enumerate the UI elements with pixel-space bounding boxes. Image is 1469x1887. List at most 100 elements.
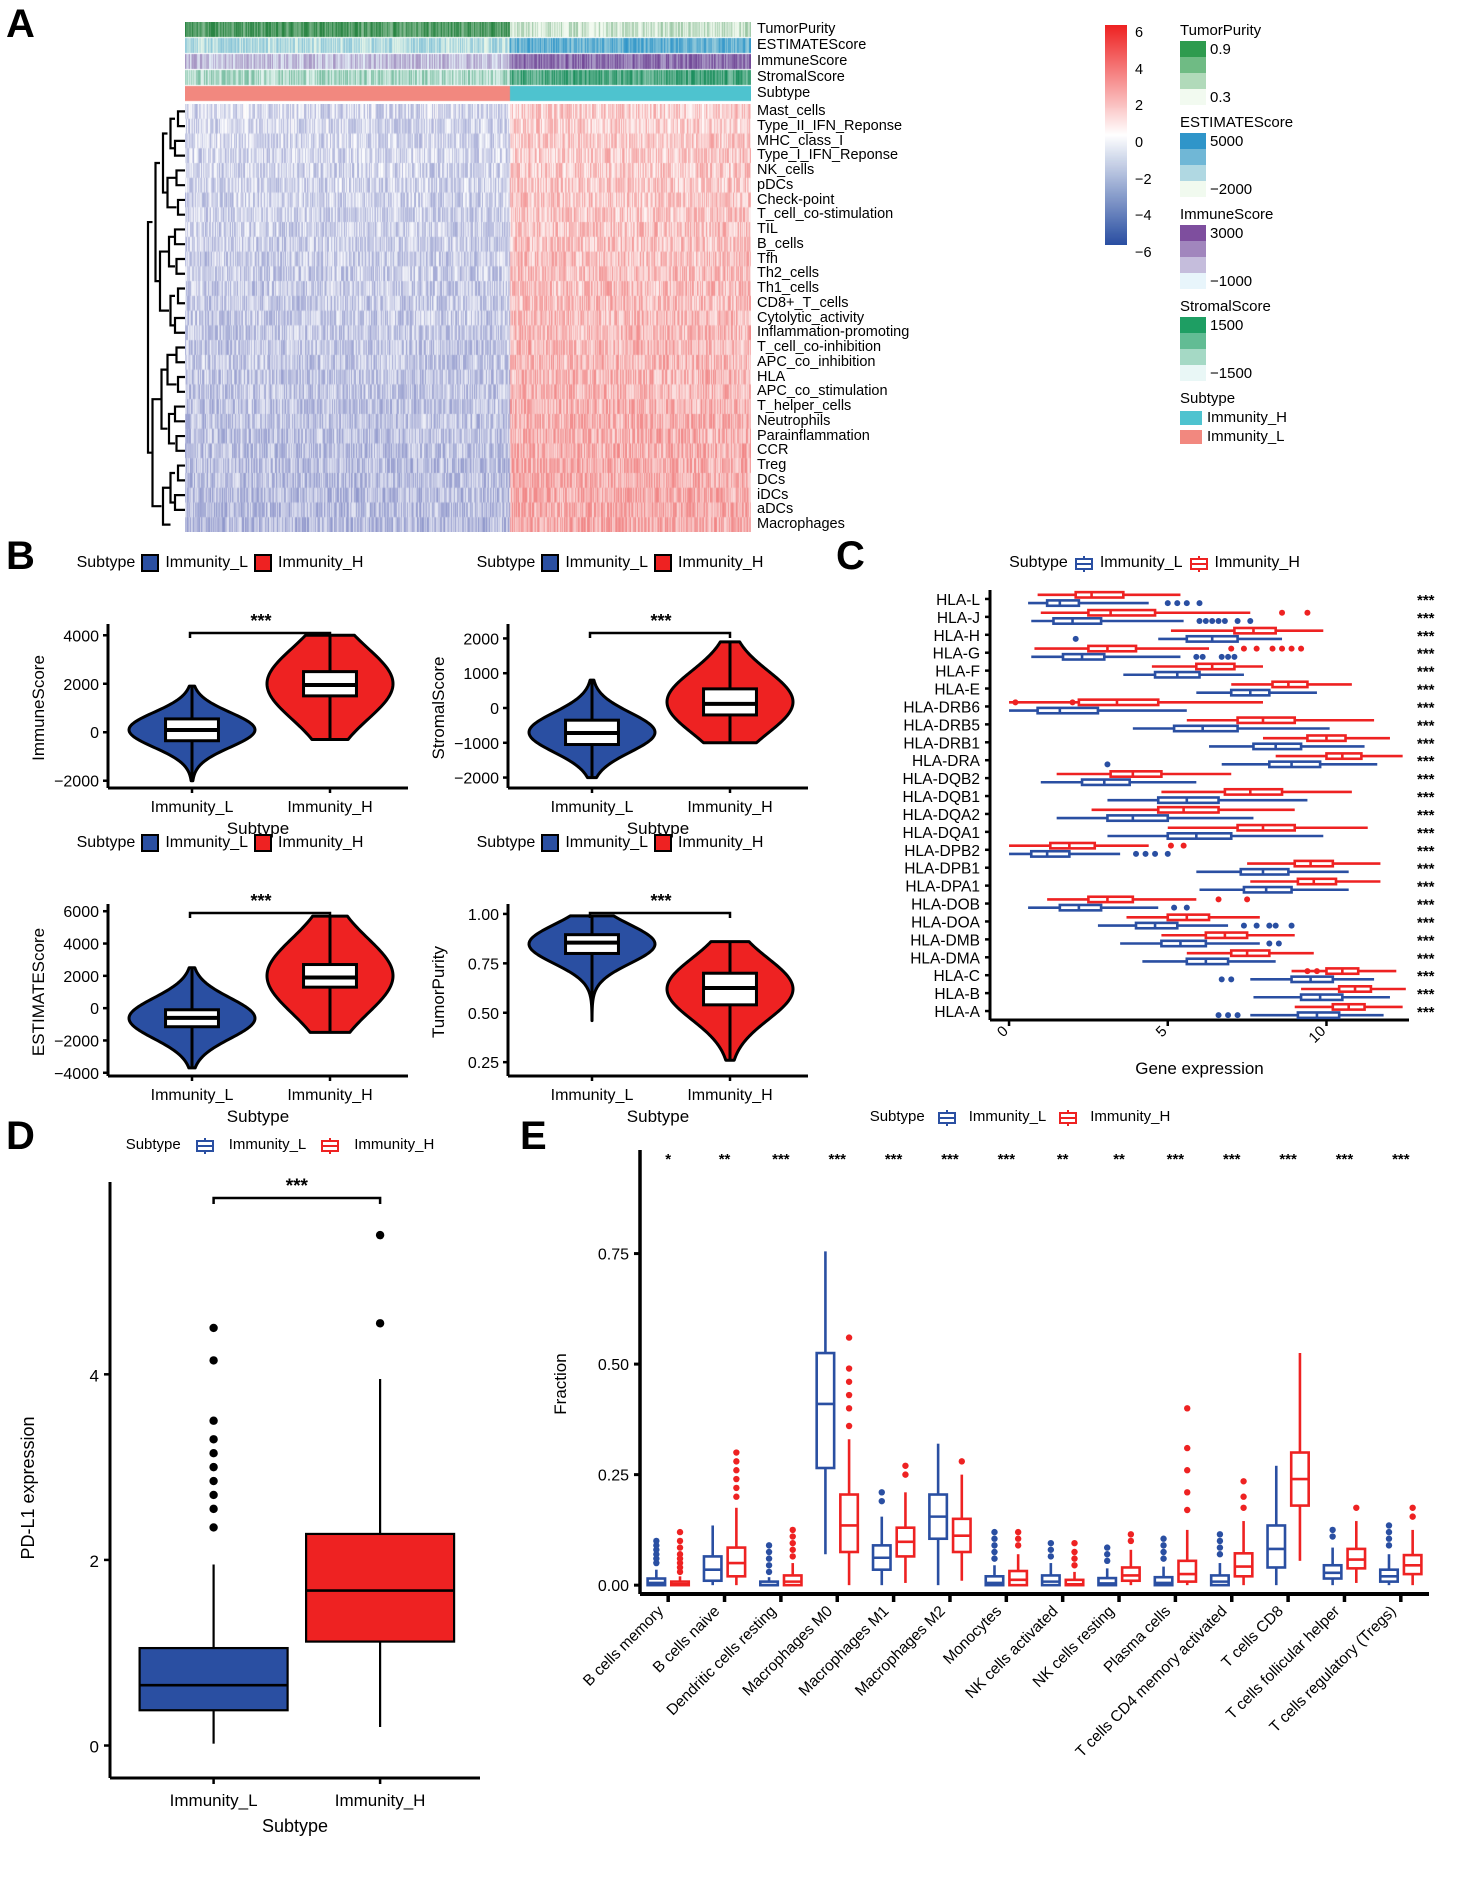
gene-label: HLA-DPB1 [904, 861, 980, 878]
x-tick-label: Immunity_H [287, 799, 372, 816]
gene-label: HLA-DPB2 [904, 843, 980, 860]
subtype-legend-label: Immunity_L [1207, 428, 1285, 445]
violin-chart-immunescore: Subtype Immunity_L Immunity_H 4000 2000 0 −200… [20, 554, 420, 838]
legend-label-immunity-h-b: Immunity_H [678, 834, 764, 851]
heatmap-row-label: Parainflammation [757, 427, 870, 444]
heatmap-row-label: Mast_cells [757, 103, 826, 119]
heatmap-row-label: T_helper_cells [757, 398, 852, 414]
annotation-legend-swatch [1180, 365, 1206, 381]
y-tick-label: −4000 [54, 1066, 99, 1083]
annotation-row-label: Subtype [757, 85, 811, 101]
row-dendrogram [146, 110, 185, 526]
annotation-row-label: ImmuneScore [757, 53, 848, 69]
heatmap-row-label: Th1_cells [757, 280, 820, 296]
annotation-row-label: StromalScore [757, 69, 845, 85]
y-axis-label: StromalScore [429, 657, 448, 760]
gene-label: HLA-DOA [911, 914, 981, 931]
annotation-legend-swatch [1180, 225, 1206, 241]
gene-label: HLA-DRB1 [903, 735, 980, 752]
significance-marker-e: *** [1392, 1151, 1410, 1168]
y-tick-label: −1000 [454, 736, 499, 753]
heatmap-row-label: MHC_class_I [757, 132, 844, 149]
y-axis-label-e: Fraction [551, 1353, 570, 1414]
legend-title-b: Subtype [76, 834, 136, 851]
gene-label: HLA-H [933, 628, 980, 645]
annotation-legend-max: 0.9 [1210, 41, 1231, 58]
y-tick-label: 0 [90, 725, 99, 742]
heatmap-row-label: B_cells [757, 235, 804, 252]
y-tick-label: 2000 [463, 631, 499, 648]
x-axis-label-c: Gene expression [1135, 1059, 1264, 1078]
panel-e: Subtype Immunity_L Immunity_H 0.75 0.50 0.… [520, 1100, 1469, 1887]
y-tick-label: 1000 [463, 666, 499, 683]
panel-d: Subtype Immunity_L Immunity_H 4 2 0 PD-L1 e… [0, 1128, 520, 1887]
legend-label-immunity-l-d: Immunity_L [228, 1136, 307, 1153]
legend-title-b: Subtype [476, 834, 536, 851]
y-tick-label-d: 0 [90, 1738, 99, 1757]
legend-label-immunity-l-b: Immunity_L [165, 554, 249, 571]
colorbar-tick: −6 [1135, 245, 1152, 261]
pdl1-boxplot: 4 2 0 PD-L1 expression Immunity_L Immunity_H *… [0, 1168, 520, 1868]
panel-c-legend: Subtype Immunity_L Immunity_H [840, 554, 1469, 572]
x-tick-label: Immunity_L [151, 1087, 234, 1104]
heatmap-row-label: aDCs [757, 501, 794, 518]
annotation-legend-swatch [1180, 57, 1206, 73]
legend-key-immunity-h-c [1189, 555, 1209, 572]
significance-marker-c: *** [1417, 879, 1435, 896]
annotation-legend-swatch [1180, 181, 1206, 197]
annotation-legend-swatch [1180, 133, 1206, 149]
annotation-legend: TumorPurity 0.9 0.3 [1180, 22, 1280, 106]
colorbar-tick: 0 [1135, 135, 1144, 151]
annotation-legend-swatch [1180, 73, 1206, 89]
significance-marker-c: *** [1417, 699, 1435, 716]
significance-marker-c: *** [1417, 735, 1435, 752]
y-tick-label: 6000 [63, 904, 99, 921]
annotation-legend-title: TumorPurity [1180, 22, 1262, 39]
significance-marker-c: *** [1417, 914, 1435, 931]
heatmap-colorbar [1105, 25, 1127, 245]
heatmap-body [185, 104, 751, 532]
heatmap-row-label: pDCs [757, 176, 794, 193]
significance-marker-c: *** [1417, 664, 1435, 681]
heatmap-row-label: HLA [757, 368, 786, 385]
legend-key-immunity-h-e [1058, 1109, 1078, 1126]
subtype-legend-item: Immunity_H [1180, 409, 1287, 426]
gene-label: HLA-DMA [910, 950, 980, 967]
significance-marker-c: *** [1417, 986, 1435, 1003]
subtype-legend: Subtype Immunity_H Immunity_L [1180, 390, 1287, 445]
legend-label-immunity-l-b: Immunity_L [565, 834, 649, 851]
significance-marker-c: *** [1417, 682, 1435, 699]
heatmap-colorbar-ticks: 6 4 2 0 −2 −4 −6 [1131, 18, 1171, 261]
significance-marker-c: *** [1417, 807, 1435, 824]
legend-label-immunity-h-b: Immunity_H [278, 554, 364, 571]
significance-marker-c: *** [1417, 861, 1435, 878]
y-axis-label: ImmuneScore [29, 655, 48, 761]
significance-marker-c: *** [1417, 646, 1435, 663]
significance-marker-c: *** [1417, 592, 1435, 609]
significance-marker-e: *** [1223, 1151, 1241, 1168]
panel-d-legend: Subtype Immunity_L Immunity_H [60, 1136, 500, 1154]
hla-boxplot: 0 5 10 Gene expression HLA-L *** HLA-J *** HLA-H… [840, 582, 1469, 1102]
gene-label: HLA-DQA2 [902, 807, 980, 824]
annotation-legend-title: StromalScore [1180, 298, 1271, 315]
subtype-legend-label: Immunity_H [1207, 409, 1288, 426]
colorbar-tick: −4 [1135, 208, 1152, 225]
y-tick-label: 0.75 [468, 956, 499, 973]
violin-legend: Subtype Immunity_L Immunity_H [420, 834, 820, 852]
colorbar-tick: 2 [1135, 98, 1144, 115]
y-tick-label-d: 2 [90, 1552, 99, 1571]
significance-marker-c: *** [1417, 610, 1435, 627]
cibersort-boxplot: 0.75 0.50 0.25 0.00 Fraction B cells memory * B… [520, 1134, 1469, 1884]
x-tick-label-d: Immunity_H [335, 1791, 426, 1810]
x-axis-label-d: Subtype [262, 1816, 328, 1836]
category-label-e: Dendritic cells resting [664, 1603, 780, 1719]
gene-label: HLA-L [936, 592, 980, 609]
heatmap-row-label: NK_cells [757, 162, 815, 178]
gene-label: HLA-E [934, 682, 980, 699]
significance-marker-c: *** [1417, 753, 1435, 770]
panel-a-heatmap: TumorPurity ESTIMATEScore ImmuneScore Strom… [0, 0, 1469, 545]
violin-svg: 4000 2000 0 −2000 ImmuneScore Immunity_L Immun… [29, 611, 408, 838]
annotation-legend-swatch [1180, 257, 1206, 273]
heatmap-row-label: Check-point [757, 191, 835, 208]
annotation-bars [185, 22, 751, 102]
